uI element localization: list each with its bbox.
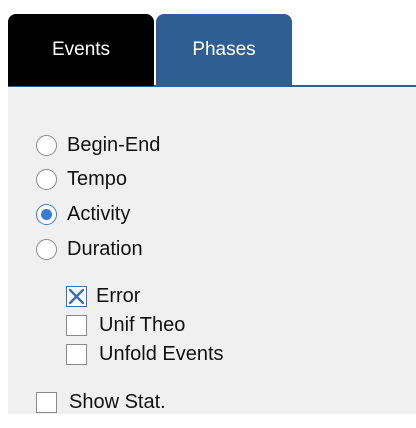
checkbox-show-stat[interactable] [36,392,57,413]
radio-label-duration: Duration [67,238,143,260]
checkbox-error[interactable] [66,286,87,307]
radio-tempo[interactable]: Tempo [36,168,127,191]
checkbox-label-unif-theo: Unif Theo [99,314,186,336]
checkbox-unif-theo[interactable] [66,315,87,336]
checkbox-label-unfold-events: Unfold Events [99,343,224,365]
checkbox-label-show-stat: Show Stat. [69,391,166,413]
radio-button[interactable] [36,169,57,190]
tab-phases[interactable]: Phases [156,14,292,86]
radio-button-selected[interactable] [36,204,57,225]
radio-label-activity: Activity [67,203,131,225]
checkbox-label-error: Error [96,285,141,307]
radio-begin-end[interactable]: Begin-End [36,134,160,157]
tab-phases-label: Phases [192,39,256,60]
radio-button[interactable] [36,239,57,260]
checkbox-row-error[interactable]: Error [66,285,140,308]
checkbox-row-show-stat[interactable]: Show Stat. [36,391,166,414]
tab-events-label: Events [51,39,111,60]
radio-button[interactable] [36,135,57,156]
phases-panel: Events Phases Begin-End Tempo Activity D… [0,0,416,428]
checkbox-row-unfold-events[interactable]: Unfold Events [66,343,224,366]
checkbox-unfold-events[interactable] [66,344,87,365]
radio-activity[interactable]: Activity [36,203,130,226]
tab-events[interactable]: Events [8,14,154,86]
checkbox-row-unif-theo[interactable]: Unif Theo [66,314,185,337]
radio-label-begin-end: Begin-End [67,134,161,156]
x-mark-icon [68,288,85,305]
radio-duration[interactable]: Duration [36,238,143,261]
radio-label-tempo: Tempo [67,168,128,190]
